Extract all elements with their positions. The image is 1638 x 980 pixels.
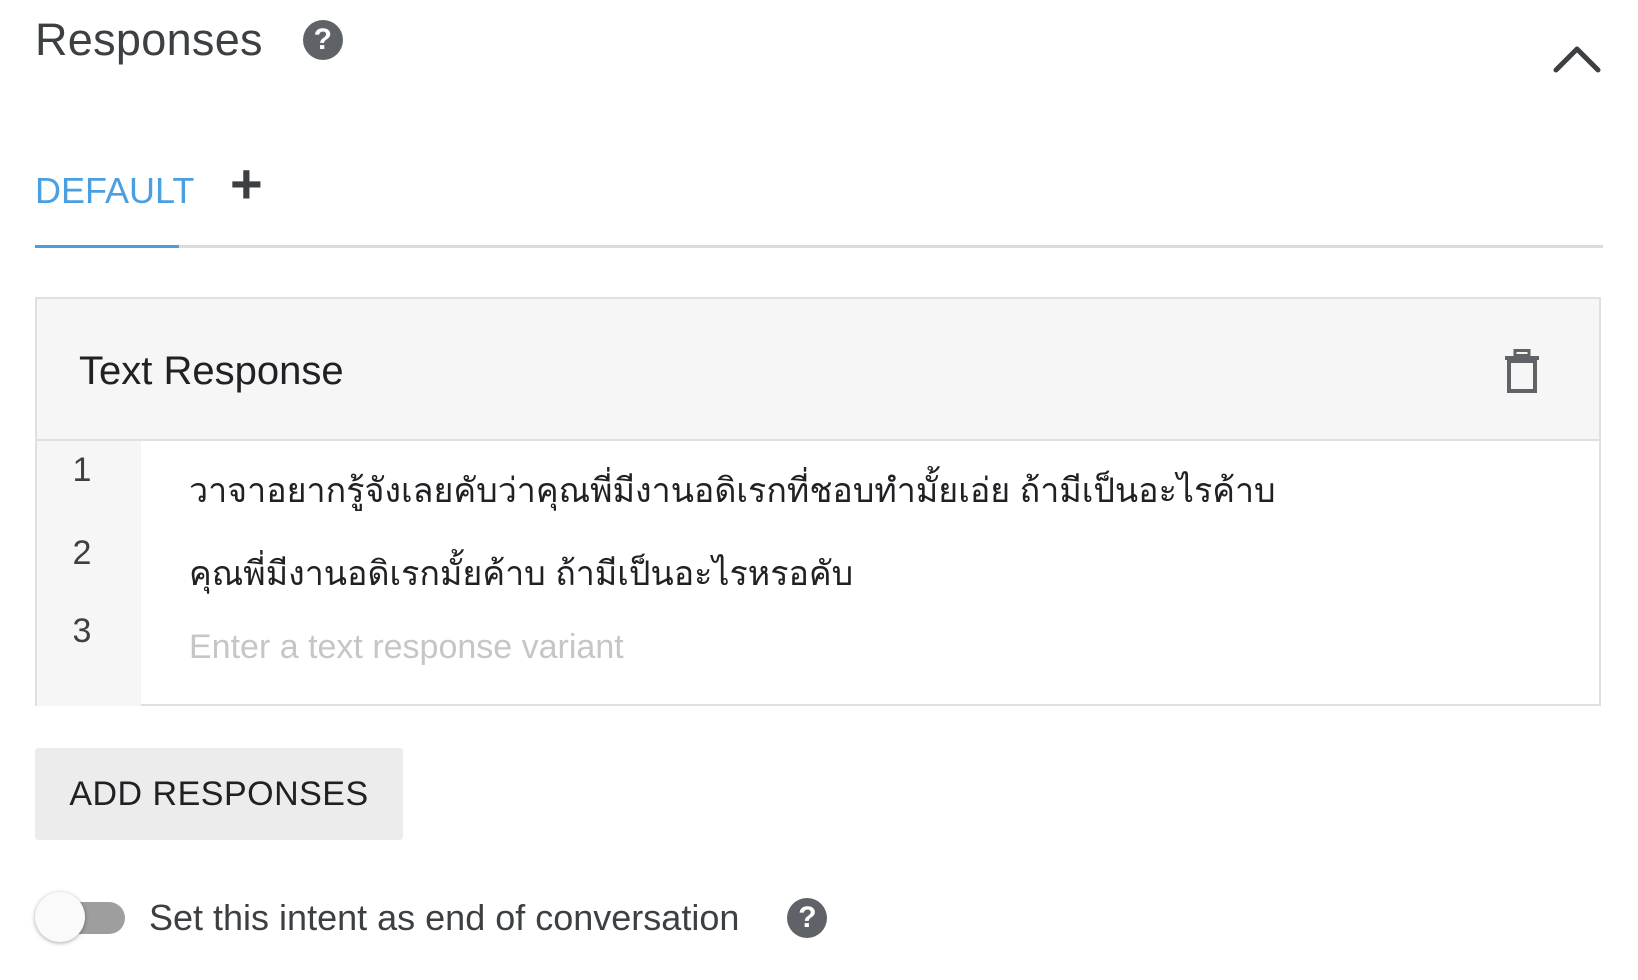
tab-bar: DEFAULT + <box>35 150 1603 248</box>
response-row: 3 <box>37 612 1599 692</box>
trash-icon[interactable] <box>1503 349 1541 393</box>
add-tab-button[interactable]: + <box>230 156 263 212</box>
tab-default[interactable]: DEFAULT <box>35 170 194 212</box>
section-header: Responses ? <box>35 14 343 66</box>
response-row: 2 คุณพี่มีงานอดิเรกมั้ยค้าบ ถ้ามีเป็นอะไ… <box>37 534 1599 614</box>
card-title: Text Response <box>79 349 344 393</box>
response-variant-input[interactable] <box>189 624 1539 670</box>
row-number: 3 <box>72 612 92 650</box>
active-tab-indicator <box>35 245 179 248</box>
row-number: 2 <box>72 534 92 572</box>
end-conversation-toggle[interactable] <box>35 888 127 948</box>
response-text[interactable]: คุณพี่มีงานอดิเรกมั้ยค้าบ ถ้ามีเป็นอะไรห… <box>189 546 853 600</box>
end-conversation-label: Set this intent as end of conversation <box>149 897 740 938</box>
help-icon[interactable]: ? <box>302 20 343 60</box>
row-number: 1 <box>72 451 92 489</box>
response-text[interactable]: วาจาอยากรู้จังเลยคับว่าคุณพี่มีงานอดิเรก… <box>189 463 1276 517</box>
help-icon[interactable]: ? <box>787 898 828 938</box>
section-title: Responses <box>35 14 263 65</box>
chevron-up-icon[interactable] <box>1552 40 1602 74</box>
card-header: Text Response <box>37 299 1599 441</box>
toggle-thumb <box>35 892 85 942</box>
add-responses-button[interactable]: ADD RESPONSES <box>35 748 403 840</box>
end-conversation-row: Set this intent as end of conversation ? <box>35 888 828 948</box>
text-response-card: Text Response 1 วาจาอยากรู้จังเลยคับว่าค… <box>35 297 1601 706</box>
response-row: 1 วาจาอยากรู้จังเลยคับว่าคุณพี่มีงานอดิเ… <box>37 451 1599 531</box>
responses-panel: Responses ? DEFAULT + Text Response 1 วา… <box>0 0 1638 980</box>
